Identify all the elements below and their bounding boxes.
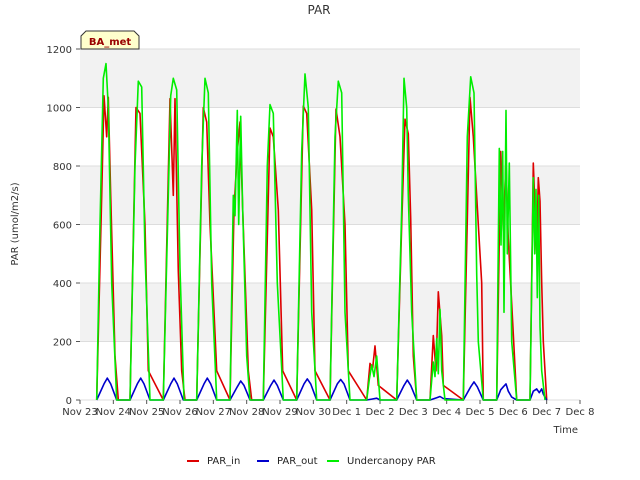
x-tick-label: Dec 7	[532, 407, 561, 418]
legend-item-par-in: PAR_in	[187, 456, 240, 467]
x-axis-ticks: Nov 23Nov 24Nov 25Nov 26Nov 27Nov 28Nov …	[62, 400, 594, 418]
y-tick-label: 400	[53, 279, 72, 290]
par-chart: PAR 020040060080010001200 Nov 23Nov 24No…	[10, 3, 594, 467]
y-tick-label: 0	[66, 396, 72, 407]
y-tick-label: 1000	[47, 104, 72, 115]
legend-label: PAR_out	[277, 456, 318, 467]
x-tick-label: Dec 2	[366, 407, 395, 418]
x-tick-label: Dec 5	[466, 407, 495, 418]
x-tick-label: Dec 4	[432, 407, 461, 418]
y-axis-ticks: 0 200 400 600 800 1000 1200	[47, 45, 80, 407]
legend-label: Undercanopy PAR	[347, 456, 436, 467]
x-tick-label: Nov 27	[196, 407, 231, 418]
x-tick-label: Nov 25	[129, 407, 164, 418]
y-tick-label: 600	[53, 221, 72, 232]
x-axis-title: Time	[553, 425, 578, 436]
legend-item-undercanopy-par: Undercanopy PAR	[327, 456, 436, 467]
x-tick-label: Dec 3	[399, 407, 428, 418]
y-tick-label: 200	[53, 338, 72, 349]
x-tick-label: Dec 8	[566, 407, 595, 418]
x-tick-label: Nov 30	[296, 407, 331, 418]
x-tick-label: Dec 6	[499, 407, 528, 418]
station-badge: BA_met	[80, 30, 140, 50]
legend-item-par-out: PAR_out	[257, 456, 318, 467]
legend: PAR_in PAR_out Undercanopy PAR	[187, 456, 436, 467]
y-tick-label: 1200	[47, 45, 72, 56]
x-tick-label: Nov 26	[162, 407, 197, 418]
x-tick-label: Nov 29	[262, 407, 297, 418]
chart-title: PAR	[307, 3, 330, 17]
x-tick-label: Nov 24	[96, 407, 131, 418]
y-tick-label: 800	[53, 162, 72, 173]
badge-label: BA_met	[89, 37, 132, 48]
plot-band	[80, 49, 580, 108]
x-tick-label: Nov 23	[62, 407, 97, 418]
x-tick-label: Dec 1	[332, 407, 361, 418]
legend-label: PAR_in	[207, 456, 240, 467]
x-tick-label: Nov 28	[229, 407, 264, 418]
y-axis-title: PAR (umol/m2/s)	[10, 182, 21, 265]
